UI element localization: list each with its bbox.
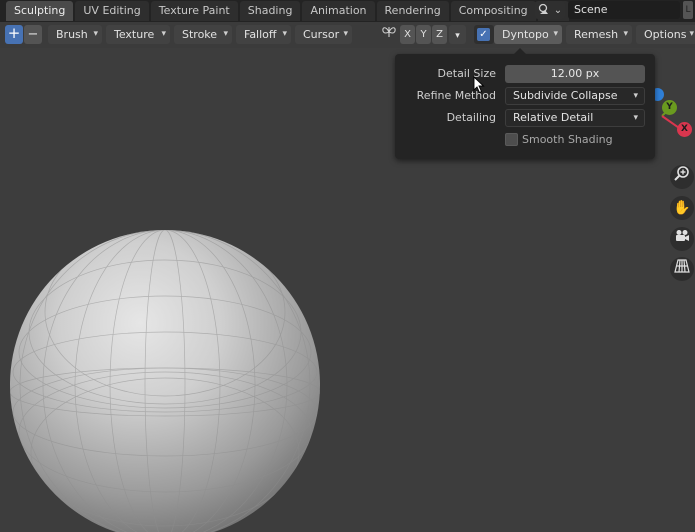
scene-icon [538,3,552,18]
detailing-dropdown[interactable]: Relative Detail ▾ [505,109,645,127]
falloff-menu-label: Falloff [244,28,277,41]
x-axis-handle[interactable]: X [677,122,692,137]
cursor-menu-label: Cursor [303,28,340,41]
cursor-menu[interactable]: Cursor ▾ [295,25,352,44]
camera-icon [674,230,690,247]
tab-compositing[interactable]: Compositing [450,1,536,21]
symmetry-z-toggle[interactable]: Z [432,25,447,44]
chevron-down-icon: ▾ [93,29,98,39]
dyntopo-popover: Detail Size 12.00 px Refine Method Subdi… [395,48,655,159]
navigation-gizmo[interactable]: Y X [638,86,695,146]
workspace-tabs: Sculpting UV Editing Texture Paint Shadi… [6,0,571,22]
symmetry-y-toggle[interactable]: Y [416,25,431,44]
chevron-down-icon: ▾ [689,29,694,39]
y-axis-handle[interactable]: Y [662,100,677,115]
remesh-menu[interactable]: Remesh ▾ [566,25,632,44]
smooth-shading-label: Smooth Shading [522,133,613,146]
detailing-label: Detailing [446,111,496,124]
options-menu[interactable]: Options ▾ [636,25,695,44]
toggle-perspective-button[interactable] [670,257,694,281]
mouse-pointer-icon [473,75,485,97]
detail-size-field[interactable]: 12.00 px [505,65,645,83]
zoom-icon [674,166,690,185]
tab-texture-paint[interactable]: Texture Paint [150,1,238,21]
stroke-menu-label: Stroke [182,28,218,41]
zoom-view-button[interactable] [670,165,694,189]
scene-browse-button[interactable]: ⌄ [535,1,565,19]
workspace-bar: Sculpting UV Editing Texture Paint Shadi… [0,0,695,22]
brush-menu[interactable]: Brush ▾ [48,25,102,44]
scene-name-field[interactable]: Scene [568,1,680,19]
dyntopo-menu-label: Dyntopo [502,28,549,41]
dyntopo-enable-toggle[interactable]: ✓ [474,25,494,44]
tab-uv-editing[interactable]: UV Editing [75,1,149,21]
chevron-down-icon: ⌄ [553,4,563,16]
stroke-menu[interactable]: Stroke ▾ [174,25,232,44]
tab-shading[interactable]: Shading [239,1,301,21]
refine-method-value: Subdivide Collapse [513,89,618,102]
pan-view-button[interactable]: ✋ [670,196,694,220]
popover-arrow [513,48,527,55]
scene-selector: ⌄ Scene L [535,0,693,20]
detailing-value: Relative Detail [513,111,594,124]
chevron-down-icon: ▾ [623,29,628,39]
chevron-down-icon: ▾ [455,31,460,41]
texture-menu[interactable]: Texture ▾ [106,25,170,44]
chevron-down-icon: ▾ [161,29,166,39]
grid-icon [674,259,690,277]
detailing-row: Detailing Relative Detail ▾ [395,109,655,127]
symmetry-button[interactable] [379,25,399,44]
symmetry-x-toggle[interactable]: X [400,25,415,44]
tab-sculpting[interactable]: Sculpting [6,1,74,21]
tab-rendering[interactable]: Rendering [376,1,449,21]
detail-size-label: Detail Size [437,67,496,80]
dyntopo-menu[interactable]: Dyntopo ▾ [494,25,562,44]
chevron-down-icon: ▾ [633,91,638,101]
tab-animation[interactable]: Animation [302,1,375,21]
chevron-down-icon: ▾ [553,29,558,39]
view-layer-edge-button[interactable]: L [683,1,693,19]
chevron-down-icon: ▾ [343,29,348,39]
chevron-down-icon: ▾ [633,113,638,123]
remesh-menu-label: Remesh [574,28,619,41]
brush-menu-label: Brush [56,28,88,41]
subtract-mode-button[interactable]: − [24,25,42,44]
falloff-menu[interactable]: Falloff ▾ [236,25,291,44]
sculpt-header-toolbar: + − Brush ▾ Texture ▾ Stroke ▾ Falloff ▾ Cur… [0,22,695,48]
refine-method-dropdown[interactable]: Subdivide Collapse ▾ [505,87,645,105]
checkmark-icon: ✓ [477,28,490,41]
hand-icon: ✋ [673,200,691,216]
camera-view-button[interactable] [670,227,694,251]
symmetry-options-dropdown[interactable]: ▾ [449,25,466,44]
refine-method-row: Refine Method Subdivide Collapse ▾ [395,87,655,105]
smooth-shading-checkbox[interactable] [505,133,518,146]
detail-size-row: Detail Size 12.00 px [395,65,655,83]
chevron-down-icon: ▾ [282,29,287,39]
options-menu-label: Options [644,28,687,41]
chevron-down-icon: ▾ [223,29,228,39]
butterfly-symmetry-icon [381,27,397,42]
texture-menu-label: Texture [114,28,155,41]
add-mode-button[interactable]: + [5,25,23,44]
smooth-shading-row: Smooth Shading [395,131,655,149]
